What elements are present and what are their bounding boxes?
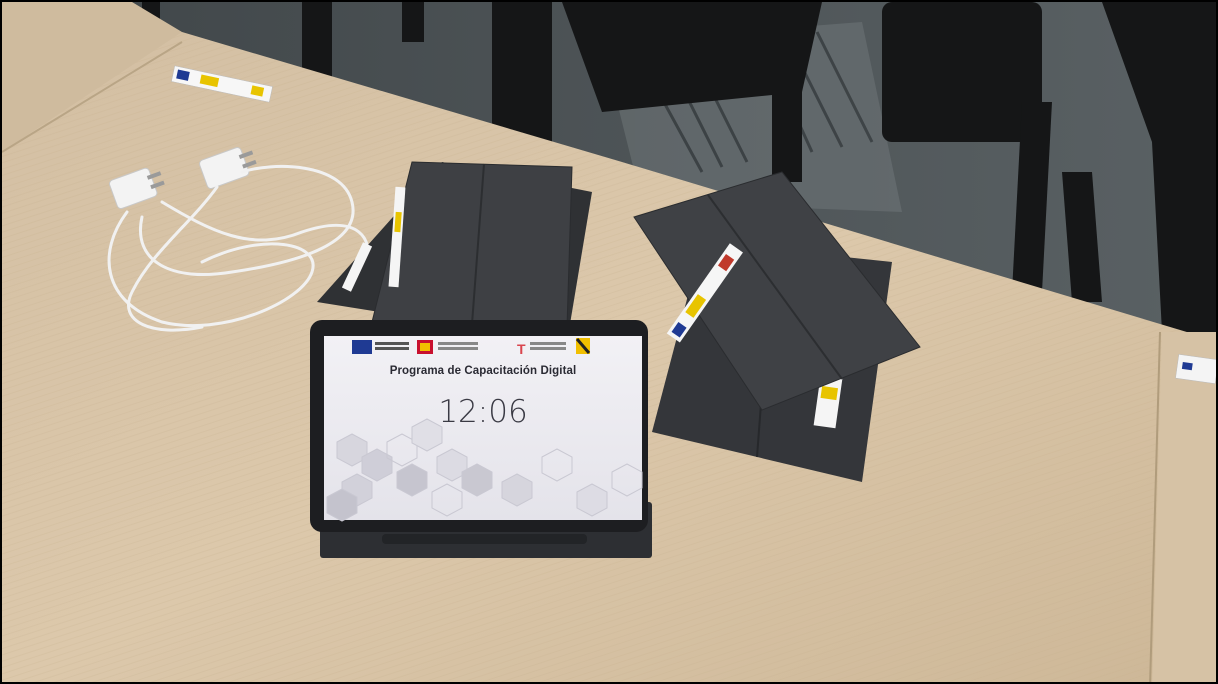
screen-clock: 12:06 bbox=[438, 394, 528, 430]
desk-right-segment bbox=[1152, 332, 1216, 682]
stylus-pen bbox=[382, 534, 587, 544]
photo-frame: T Programa de Capacitación Digital 12:06 bbox=[0, 0, 1218, 684]
screen-title: Programa de Capacitación Digital bbox=[389, 365, 577, 377]
eu-flag-mark bbox=[1181, 361, 1193, 371]
tablet-screen-content: Programa de Capacitación Digital 12:06 bbox=[324, 336, 642, 520]
